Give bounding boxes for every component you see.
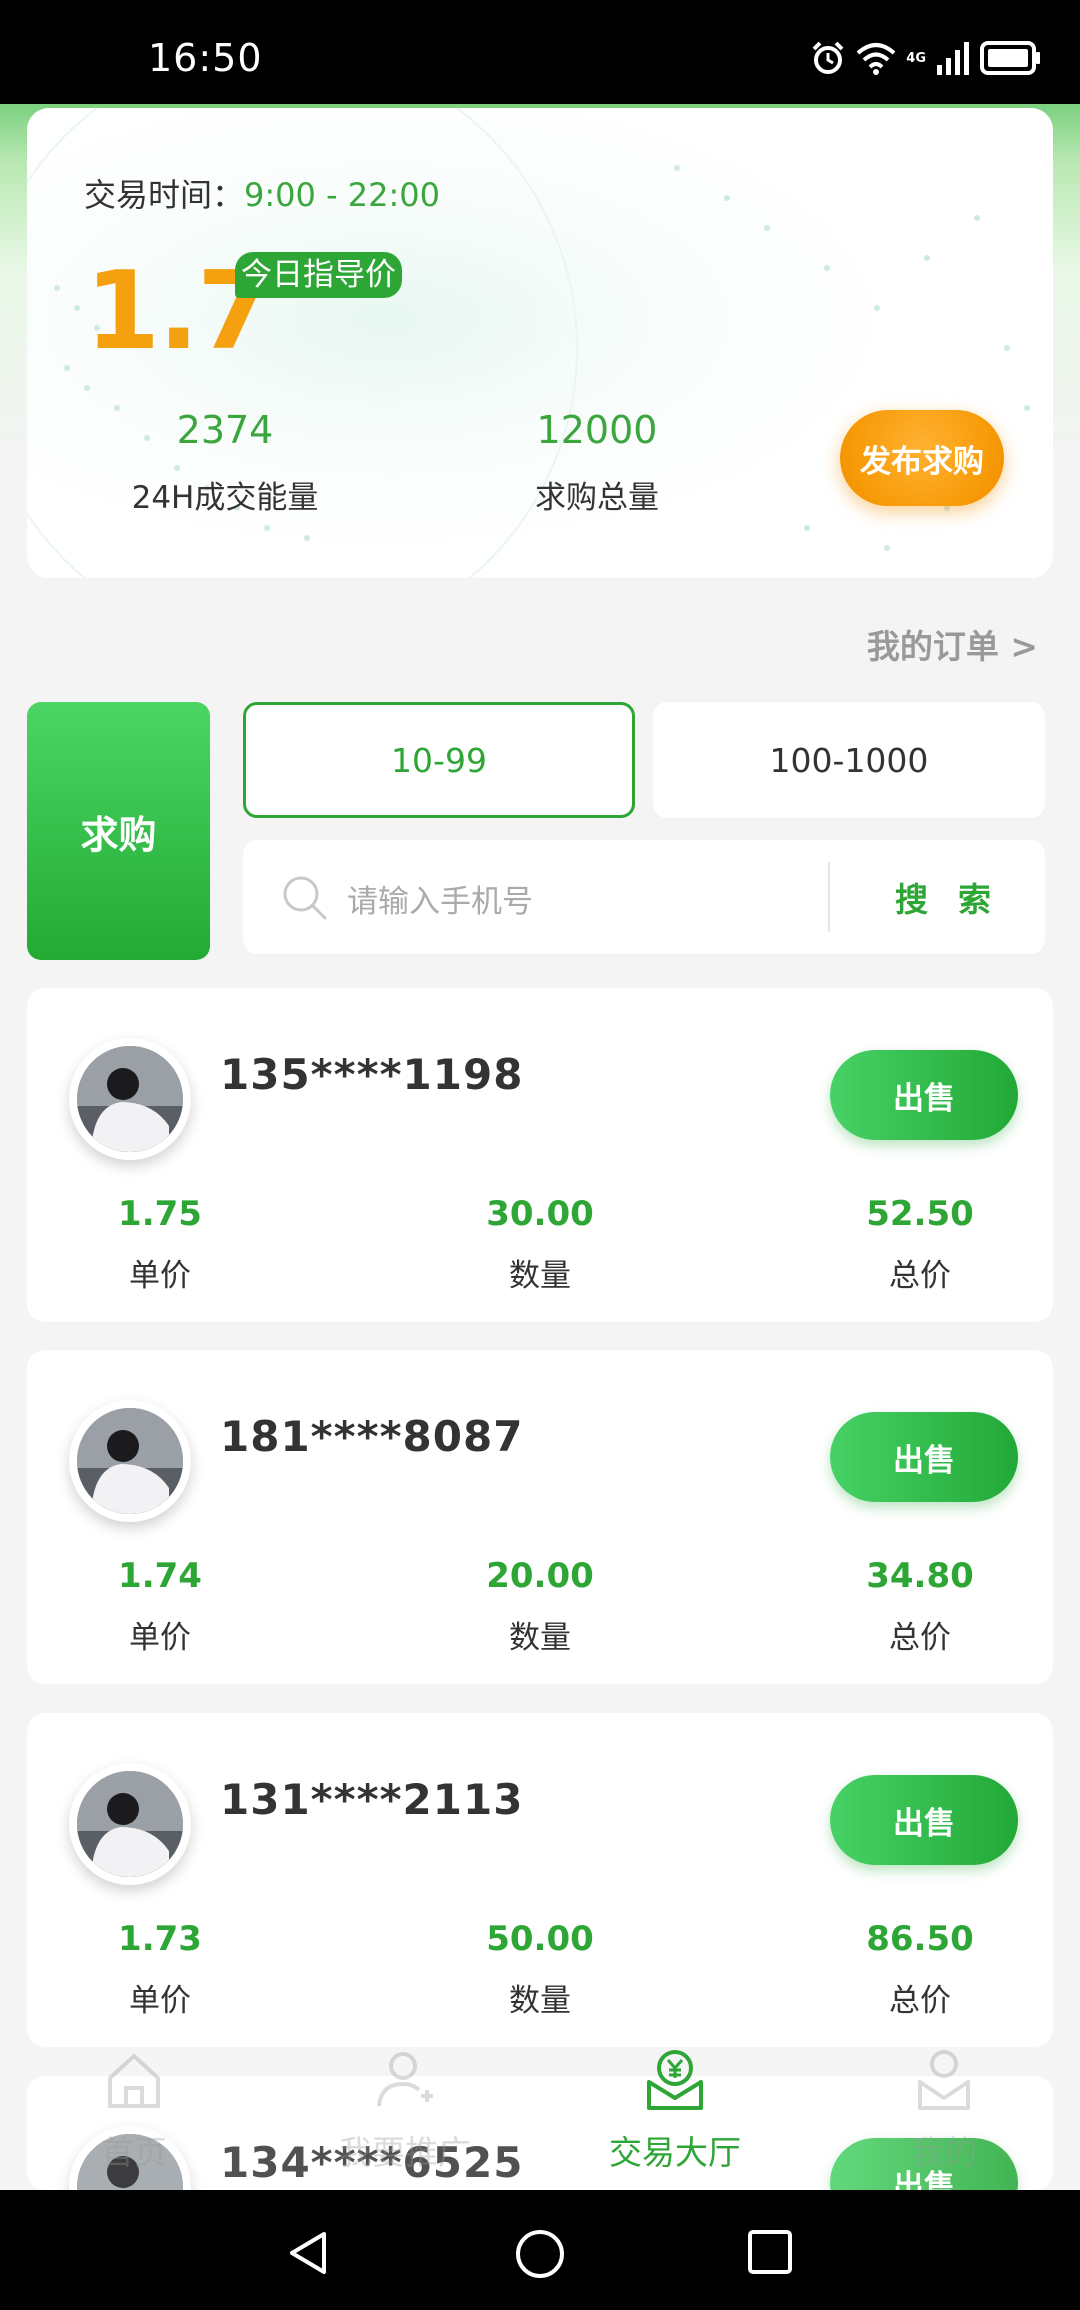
order-card: 131****2113 出售 1.73 单价 50.00 数量 86.50 总价 (27, 1713, 1053, 2047)
quantity-label: 数量 (509, 1258, 571, 1294)
unit-price-value: 1.73 (118, 1919, 202, 1959)
seller-phone: 135****1198 (220, 1050, 524, 1099)
unit-price-label: 单价 (129, 1258, 191, 1294)
tab-label: 首页 (101, 2133, 167, 2172)
order-card: 181****8087 出售 1.74 单价 20.00 数量 34.80 总价 (27, 1350, 1053, 1684)
quantity-value: 50.00 (486, 1919, 594, 1959)
total-price-value: 86.50 (866, 1919, 974, 1959)
signal-icon (937, 42, 969, 75)
back-icon[interactable] (284, 2228, 334, 2278)
tab-home[interactable]: 首页 (14, 2048, 254, 2174)
unit-price: 1.73 单价 (40, 1919, 280, 2020)
quantity-value: 20.00 (486, 1556, 594, 1596)
tab-trading-hall[interactable]: 交易大厅 (555, 2048, 795, 2174)
wifi-icon (856, 43, 896, 75)
avatar (69, 1400, 191, 1522)
range-filter-10-99[interactable]: 10-99 (243, 702, 635, 818)
stat-24h-volume: 2374 24H成交能量 (95, 408, 355, 517)
unit-price-label: 单价 (129, 1620, 191, 1656)
total-price: 86.50 总价 (800, 1919, 1040, 2020)
range-filter-100-1000[interactable]: 100-1000 (653, 702, 1045, 818)
avatar (69, 1038, 191, 1160)
total-price-label: 总价 (889, 1620, 951, 1656)
total-price-label: 总价 (889, 1983, 951, 2019)
trade-time-label: 交易时间： (84, 176, 245, 214)
bottom-tab-bar: 首页 我要推广 交易大厅 我的 (0, 2038, 1080, 2190)
sell-button[interactable]: 出售 (830, 1775, 1018, 1865)
home-circle-icon[interactable] (514, 2228, 566, 2280)
total-price: 52.50 总价 (800, 1194, 1040, 1295)
tab-label: 我要推广 (339, 2133, 471, 2172)
stat-label: 24H成交能量 (131, 480, 319, 516)
quantity-label: 数量 (509, 1983, 571, 2019)
status-icons: 4G (810, 38, 1042, 78)
avatar (69, 1763, 191, 1885)
stat-label: 求购总量 (535, 480, 659, 516)
my-orders-link[interactable]: 我的订单 > (867, 620, 1038, 668)
status-time: 16:50 (148, 36, 263, 80)
tab-profile[interactable]: 我的 (824, 2048, 1064, 2174)
status-bar: 16:50 4G (0, 0, 1080, 104)
order-card: 135****1198 出售 1.75 单价 30.00 数量 52.50 总价 (27, 988, 1053, 1322)
trade-time: 交易时间：9:00 - 22:00 (84, 170, 440, 216)
quantity: 30.00 数量 (420, 1194, 660, 1295)
unit-price-value: 1.75 (118, 1194, 202, 1234)
trade-time-value: 9:00 - 22:00 (244, 176, 440, 214)
unit-price-label: 单价 (129, 1983, 191, 2019)
total-price-value: 34.80 (866, 1556, 974, 1596)
yuan-hall-icon (647, 2050, 703, 2110)
system-nav-bar (0, 2190, 1080, 2310)
sell-button[interactable]: 出售 (830, 1050, 1018, 1140)
unit-price: 1.74 单价 (40, 1556, 280, 1657)
publish-buy-request-button[interactable]: 发布求购 (840, 410, 1004, 506)
unit-price-value: 1.74 (118, 1556, 202, 1596)
tab-label: 我的 (911, 2133, 977, 2172)
network-label: 4G (906, 50, 926, 66)
quantity-label: 数量 (509, 1620, 571, 1656)
total-price: 34.80 总价 (800, 1556, 1040, 1657)
quantity: 20.00 数量 (420, 1556, 660, 1657)
battery-icon (980, 41, 1040, 75)
quantity-value: 30.00 (486, 1194, 594, 1234)
search-icon (283, 876, 327, 920)
stat-total-demand: 12000 求购总量 (467, 408, 727, 517)
profile-icon (918, 2050, 970, 2110)
unit-price: 1.75 单价 (40, 1194, 280, 1295)
seller-phone: 181****8087 (220, 1412, 524, 1461)
tab-label: 交易大厅 (609, 2133, 741, 2172)
total-price-label: 总价 (889, 1258, 951, 1294)
stat-value: 12000 (536, 408, 658, 452)
user-add-icon (377, 2052, 433, 2107)
quantity: 50.00 数量 (420, 1919, 660, 2020)
search-bar: 请输入手机号 搜索 (243, 840, 1045, 954)
total-price-value: 52.50 (866, 1194, 974, 1234)
recent-apps-icon[interactable] (746, 2228, 794, 2276)
stat-value: 2374 (176, 408, 274, 452)
search-input[interactable]: 请输入手机号 (347, 876, 533, 921)
search-button[interactable]: 搜索 (841, 840, 1045, 954)
seller-phone: 131****2113 (220, 1775, 524, 1824)
search-divider (828, 862, 830, 932)
home-icon (108, 2054, 160, 2108)
tab-promote[interactable]: 我要推广 (285, 2048, 525, 2174)
guide-price-card: 交易时间：9:00 - 22:00 1.7 今日指导价 2374 24H成交能量… (27, 108, 1053, 578)
sell-button[interactable]: 出售 (830, 1412, 1018, 1502)
guide-price-badge: 今日指导价 (235, 252, 402, 298)
buy-tab[interactable]: 求购 (27, 702, 210, 960)
alarm-icon (812, 41, 844, 74)
